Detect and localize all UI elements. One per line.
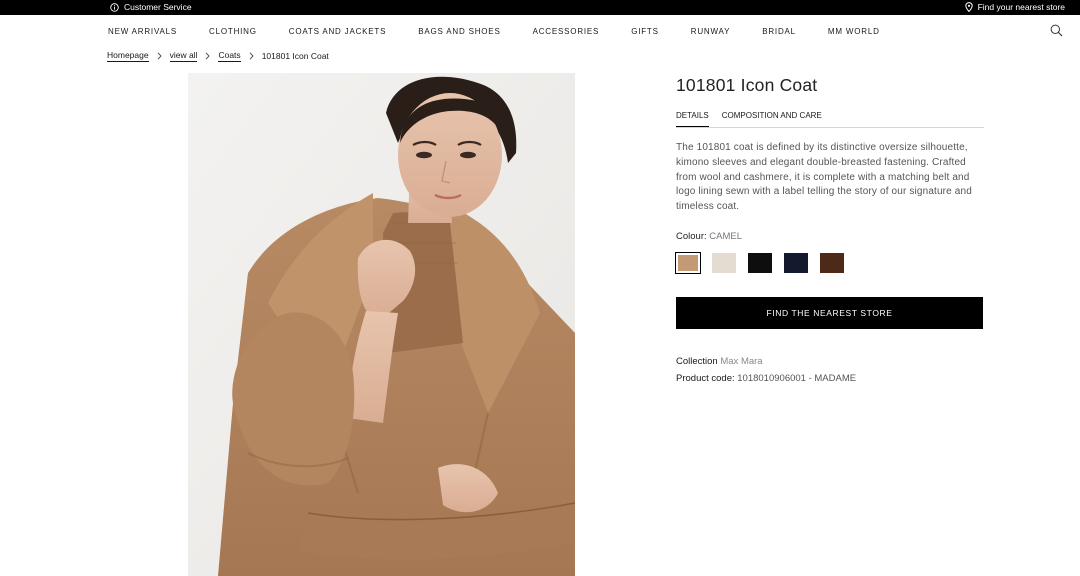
customer-service-label: Customer Service <box>124 2 192 12</box>
colour-swatches <box>675 251 984 274</box>
nav-item-runway[interactable]: RUNWAY <box>691 27 730 36</box>
nav-item-new-arrivals[interactable]: NEW ARRIVALS <box>108 27 177 36</box>
chevron-right-icon <box>205 52 211 60</box>
collection-row: Collection Max Mara <box>676 353 984 370</box>
product-tabs: DETAILS COMPOSITION AND CARE <box>676 109 984 128</box>
swatch-navy[interactable] <box>784 252 808 273</box>
find-store-label: Find your nearest store <box>977 2 1065 12</box>
product-title: 101801 Icon Coat <box>676 75 818 95</box>
colour-value: CAMEL <box>709 230 742 242</box>
swatch-brown[interactable] <box>820 252 844 273</box>
swatch-black[interactable] <box>748 252 772 273</box>
nav-item-accessories[interactable]: ACCESSORIES <box>533 27 600 36</box>
swatch-ivory[interactable] <box>712 252 736 273</box>
collection-label: Collection <box>676 355 718 367</box>
product-image[interactable] <box>188 73 575 576</box>
swatch-camel[interactable] <box>675 251 701 274</box>
location-pin-icon <box>964 2 973 12</box>
product-description: The 101801 coat is defined by its distin… <box>676 142 972 213</box>
nav-item-mm-world[interactable]: MM WORLD <box>828 27 880 36</box>
tab-details[interactable]: DETAILS <box>676 109 709 127</box>
product-code-label: Product code: <box>676 372 735 384</box>
breadcrumb-coats[interactable]: Coats <box>218 50 241 62</box>
find-nearest-store-button[interactable]: FIND THE NEAREST STORE <box>676 296 983 329</box>
collection-value: Max Mara <box>720 355 763 367</box>
breadcrumb-current: 101801 Icon Coat <box>261 50 329 61</box>
nav-item-gifts[interactable]: GIFTS <box>631 27 659 36</box>
top-bar: Customer Service Find your nearest store <box>0 0 1080 15</box>
colour-label: Colour: <box>676 230 707 242</box>
main-navigation: NEW ARRIVALS CLOTHING COATS AND JACKETS … <box>0 15 1080 48</box>
tab-composition-and-care[interactable]: COMPOSITION AND CARE <box>722 109 822 127</box>
nav-item-bags-and-shoes[interactable]: BAGS AND SHOES <box>418 27 500 36</box>
customer-service-link[interactable]: Customer Service <box>110 2 192 12</box>
info-icon <box>110 2 119 12</box>
colour-row: Colour: CAMEL <box>676 231 984 242</box>
chevron-right-icon <box>157 52 162 60</box>
product-code-value: 1018010906001 - MADAME <box>737 372 857 384</box>
find-store-link[interactable]: Find your nearest store <box>964 2 1065 12</box>
chevron-right-icon <box>249 52 254 60</box>
product-code-row: Product code: 1018010906001 - MADAME <box>676 370 984 387</box>
search-button[interactable] <box>1050 24 1063 42</box>
breadcrumb-view-all[interactable]: view all <box>169 50 198 62</box>
nav-item-bridal[interactable]: BRIDAL <box>762 27 796 36</box>
product-meta: Collection Max Mara Product code: 101801… <box>676 353 984 387</box>
breadcrumb: Homepage view all Coats 101801 Icon Coat <box>107 50 329 62</box>
nav-item-coats-and-jackets[interactable]: COATS AND JACKETS <box>289 27 386 36</box>
nav-item-clothing[interactable]: CLOTHING <box>209 27 257 36</box>
search-icon <box>1050 24 1063 37</box>
product-info-panel: 101801 Icon Coat DETAILS COMPOSITION AND… <box>675 73 984 387</box>
breadcrumb-homepage[interactable]: Homepage <box>107 50 149 62</box>
